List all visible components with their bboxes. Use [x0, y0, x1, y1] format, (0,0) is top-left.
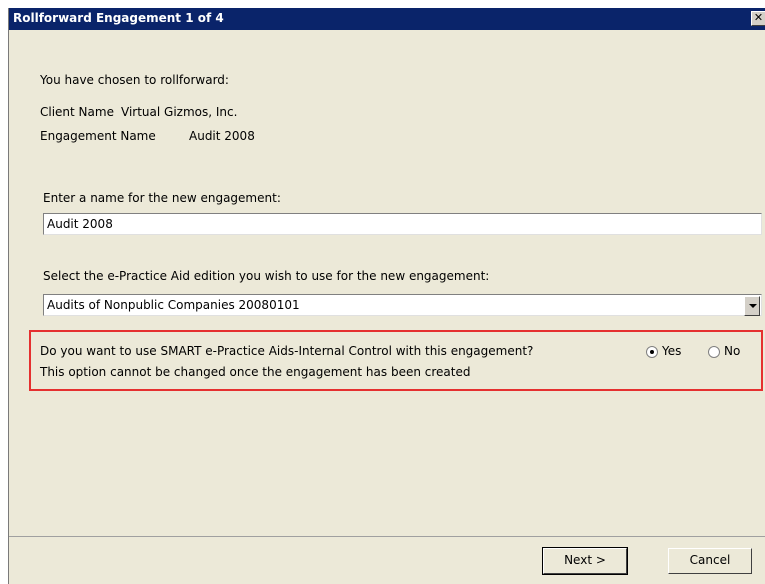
client-name-label: Client Name — [40, 105, 114, 119]
no-label[interactable]: No — [724, 344, 740, 358]
smart-option-highlight — [29, 330, 763, 391]
radio-selected-dot — [650, 350, 654, 354]
title-bar: Rollforward Engagement 1 of 4 ✕ — [9, 8, 765, 30]
edition-select[interactable]: Audits of Nonpublic Companies 20080101 — [43, 294, 762, 316]
new-engagement-name-input[interactable]: Audit 2008 — [43, 213, 762, 235]
new-engagement-name-value: Audit 2008 — [47, 217, 113, 231]
edition-selected-value: Audits of Nonpublic Companies 20080101 — [47, 298, 300, 312]
dropdown-button[interactable] — [744, 296, 760, 316]
intro-text: You have chosen to rollforward: — [40, 73, 229, 87]
no-radio[interactable] — [708, 346, 720, 358]
cancel-button[interactable]: Cancel — [668, 548, 752, 574]
yes-radio[interactable] — [646, 346, 658, 358]
dialog-title: Rollforward Engagement 1 of 4 — [13, 11, 224, 25]
chevron-down-icon — [749, 304, 757, 308]
divider — [9, 536, 765, 537]
close-icon[interactable]: ✕ — [751, 11, 765, 26]
smart-note: This option cannot be changed once the e… — [40, 365, 471, 379]
engagement-name-label: Engagement Name — [40, 129, 156, 143]
new-name-prompt: Enter a name for the new engagement: — [43, 191, 281, 205]
rollforward-dialog: Rollforward Engagement 1 of 4 ✕ You have… — [8, 8, 765, 584]
next-button[interactable]: Next > — [542, 547, 628, 575]
client-name-value: Virtual Gizmos, Inc. — [121, 105, 238, 119]
edition-prompt: Select the e-Practice Aid edition you wi… — [43, 269, 490, 283]
smart-question: Do you want to use SMART e-Practice Aids… — [40, 344, 534, 358]
yes-label[interactable]: Yes — [662, 344, 681, 358]
engagement-name-value: Audit 2008 — [189, 129, 255, 143]
